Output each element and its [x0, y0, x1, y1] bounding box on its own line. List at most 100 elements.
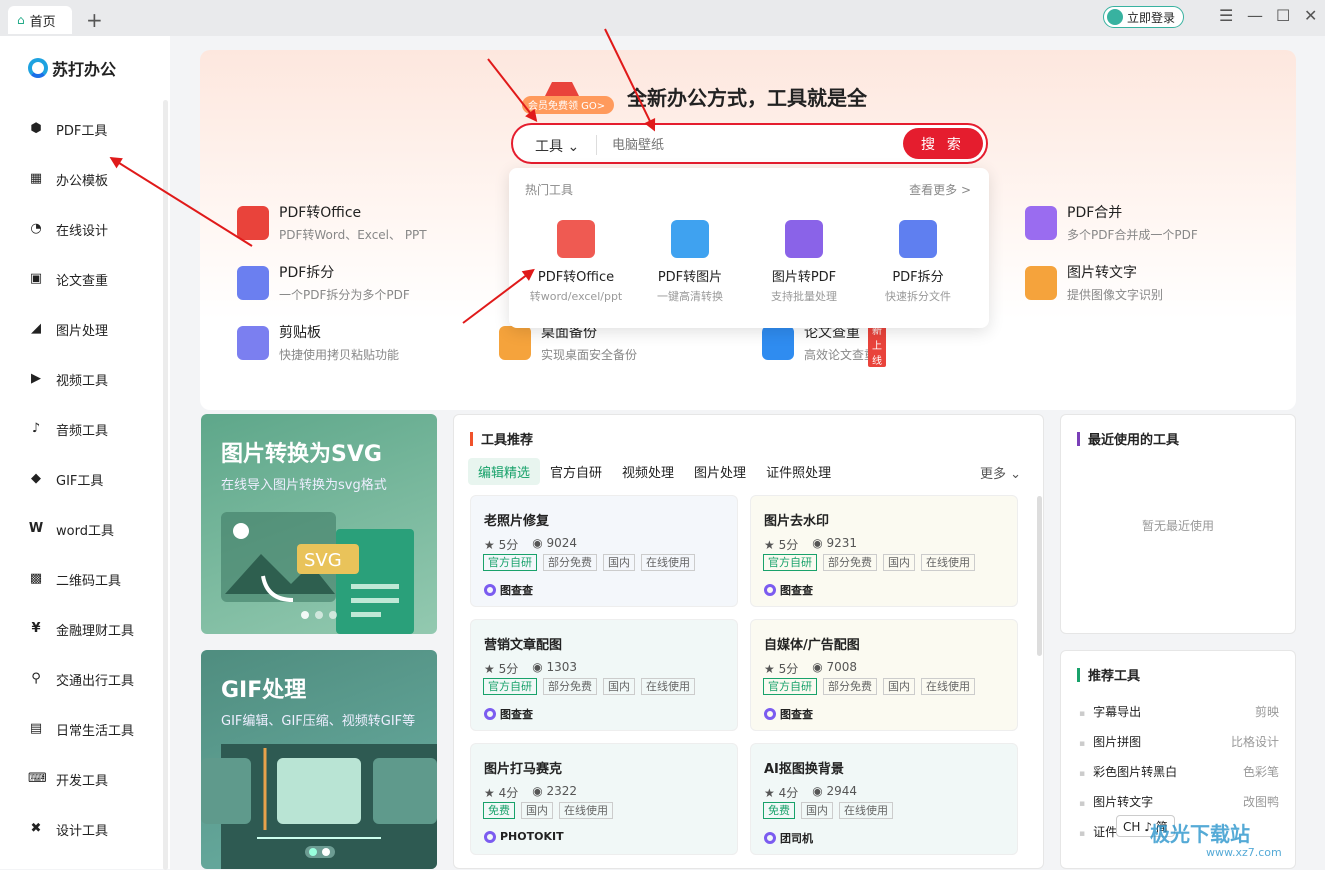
recommend-tab[interactable]: 官方自研 [540, 458, 612, 485]
rating: ★ 5分 [484, 536, 518, 553]
tag: 国内 [801, 802, 833, 819]
minimize-icon[interactable]: — [1247, 6, 1263, 25]
views: ◉ 9231 [812, 536, 857, 553]
dropdown-tool-desc: 支持批量处理 [771, 290, 837, 303]
recent-title-text: 最近使用的工具 [1088, 433, 1180, 448]
suggest-item[interactable]: 字幕导出 剪映 [1079, 703, 1279, 720]
star-icon: ★ [764, 786, 779, 800]
sidebar-item-label: word工具 [56, 523, 114, 539]
suggest-item-name: 字幕导出 [1079, 703, 1141, 720]
tool-item[interactable]: PDF转Office PDF转Word、Excel、 PPT [237, 202, 427, 243]
search-input[interactable] [612, 134, 892, 156]
tool-desc: 多个PDF合并成一个PDF [1067, 228, 1198, 242]
sidebar-item-label: 交通出行工具 [56, 673, 135, 689]
card-tags: 官方自研 部分免费 国内 在线使用 [763, 554, 975, 571]
sidebar-item[interactable]: ⌨ 开发工具 [28, 769, 108, 789]
close-icon[interactable]: ✕ [1304, 6, 1317, 25]
tab-home[interactable]: ⌂ 首页 [8, 6, 72, 34]
recommend-tab[interactable]: 编辑精选 [468, 458, 541, 485]
rating: ★ 5分 [764, 536, 798, 553]
recommend-tab[interactable]: 证件照处理 [756, 458, 841, 485]
suggest-item[interactable]: 彩色图片转黑白 色彩笔 [1079, 763, 1279, 780]
card-tags: 官方自研 部分免费 国内 在线使用 [483, 678, 695, 695]
svg-illustration: SVG [221, 512, 414, 634]
login-button[interactable]: 立即登录 [1103, 6, 1185, 28]
sidebar-item[interactable]: ◢ 图片处理 [28, 319, 108, 339]
views-value: 9231 [826, 536, 858, 550]
more-button[interactable]: 更多 ⌄ [980, 463, 1021, 482]
dropdown-more-link[interactable]: 查看更多 > [909, 181, 971, 198]
eye-icon: ◉ [532, 660, 547, 674]
sidebar-item[interactable]: ◔ 在线设计 [28, 219, 108, 239]
menu-icon[interactable]: ☰ [1219, 6, 1233, 25]
tool-name: 剪贴板 [279, 325, 321, 341]
dropdown-tool-name: PDF转图片 [657, 270, 723, 285]
sidebar-item[interactable]: ▩ 二维码工具 [28, 569, 121, 589]
tool-item[interactable]: 图片转文字 提供图像文字识别 [1025, 262, 1163, 303]
tool-name: PDF转Office [279, 205, 362, 221]
sidebar-item[interactable]: Wword工具 [28, 519, 114, 539]
new-badge: 新上线 [868, 322, 886, 367]
tag: 在线使用 [921, 678, 975, 695]
sidebar-item-label: 图片处理 [56, 323, 109, 339]
suggest-item[interactable]: 图片转文字 改图鸭 [1079, 793, 1279, 810]
search-button[interactable]: 搜 索 [903, 128, 983, 159]
rating-value: 5分 [498, 662, 519, 676]
card-title: 老照片修复 [484, 514, 550, 529]
recommend-card[interactable]: 自媒体/广告配图 ★ 5分 ◉ 7008 官方自研 部分免费 国内 在线使用 图查查 [750, 619, 1018, 731]
tool-item[interactable]: PDF合并多个PDF合并成一个PDF [1025, 202, 1198, 243]
recommend-scrollbar[interactable] [1037, 496, 1042, 656]
tab-home-label: 首页 [29, 14, 56, 30]
title-bar: ⌂ 首页 + 立即登录 ☰ — ☐ ✕ [0, 0, 1325, 36]
recommend-card[interactable]: 图片打马赛克 ★ 4分 ◉ 2322 免费 国内 在线使用 PHOTOKIT [470, 743, 738, 855]
tool-text: 剪贴板快捷使用拷贝粘贴功能 [279, 322, 399, 363]
tool-text: PDF转Office PDF转Word、Excel、 PPT [279, 202, 427, 243]
maximize-icon[interactable]: ☐ [1276, 6, 1290, 25]
recent-empty-text: 暂无最近使用 [1141, 519, 1214, 533]
sidebar-item[interactable]: ♪ 音频工具 [28, 419, 108, 439]
gif-banner[interactable]: GIF处理 GIF编辑、GIF压缩、视频转GIF等 [201, 650, 437, 869]
sidebar-item[interactable]: ¥ 金融理财工具 [28, 619, 134, 639]
sidebar-item[interactable]: ▶ 视频工具 [28, 369, 108, 389]
sidebar-scrollbar[interactable] [163, 100, 168, 870]
sidebar-item[interactable]: ▣ 论文查重 [28, 269, 108, 289]
brand-name: 图查查 [500, 584, 533, 597]
dropdown-tool-item[interactable]: PDF转Office 转word/excel/ppt [517, 220, 635, 304]
tag: 免费 [483, 802, 515, 819]
dropdown-tool-item[interactable]: 图片转PDF 支持批量处理 [745, 220, 863, 304]
recommend-tab[interactable]: 图片处理 [684, 458, 756, 485]
tool-item[interactable]: 论文查重 新上线 高效论文查重 [762, 322, 886, 367]
sidebar-item[interactable]: ▦ 办公模板 [28, 169, 108, 189]
tool-desc: 快捷使用拷贝粘贴功能 [279, 348, 400, 362]
dropdown-tool-item[interactable]: PDF拆分 快速拆分文件 [859, 220, 977, 304]
tag: 在线使用 [921, 554, 975, 571]
dropdown-tool-name: 图片转PDF [771, 270, 837, 285]
recommend-card[interactable]: AI抠图换背景 ★ 4分 ◉ 2944 免费 国内 在线使用 团司机 [750, 743, 1018, 855]
recommend-card[interactable]: 老照片修复 ★ 5分 ◉ 9024 官方自研 部分免费 国内 在线使用 图查查 [470, 495, 738, 607]
dropdown-tool-item[interactable]: PDF转图片 一键高清转换 [631, 220, 749, 304]
tool-icon [499, 325, 531, 360]
recommend-card[interactable]: 图片去水印 ★ 5分 ◉ 9231 官方自研 部分免费 国内 在线使用 图查查 [750, 495, 1018, 607]
tag: 官方自研 [483, 554, 537, 571]
sidebar-item[interactable]: ⬢ PDF工具 [28, 119, 107, 139]
search-type-select[interactable]: 工具 ⌄ [535, 136, 579, 156]
code-icon: ⌨ [28, 771, 47, 786]
svg-banner[interactable]: 图片转换为SVG 在线导入图片转换为svg格式 SVG [201, 414, 437, 634]
sidebar-item[interactable]: ◆ GIF工具 [28, 469, 103, 489]
gif-icon: ◆ [31, 471, 41, 486]
tool-item[interactable]: PDF拆分 一个PDF拆分为多个PDF [237, 262, 410, 303]
tool-name: PDF合并 [1067, 205, 1123, 221]
recommend-tabs: 编辑精选 官方自研 视频处理 图片处理 证件照处理 [468, 458, 841, 485]
pdf-icon: ⬢ [30, 121, 42, 136]
sidebar-item[interactable]: ▤ 日常生活工具 [28, 719, 134, 739]
add-tab-button[interactable]: + [86, 8, 103, 32]
recommend-card[interactable]: 营销文章配图 ★ 5分 ◉ 1303 官方自研 部分免费 国内 在线使用 图查查 [470, 619, 738, 731]
tool-item[interactable]: 桌面备份 实现桌面安全备份 [499, 322, 637, 363]
sidebar-item[interactable]: ⚲ 交通出行工具 [28, 669, 134, 689]
brand-logo-icon [484, 830, 496, 843]
card-title: 图片去水印 [764, 514, 830, 529]
recommend-tab[interactable]: 视频处理 [612, 458, 684, 485]
tool-item[interactable]: 剪贴板快捷使用拷贝粘贴功能 [237, 322, 399, 363]
sidebar-item[interactable]: ✖ 设计工具 [28, 819, 108, 839]
suggest-item[interactable]: 图片拼图 比格设计 [1079, 733, 1279, 750]
